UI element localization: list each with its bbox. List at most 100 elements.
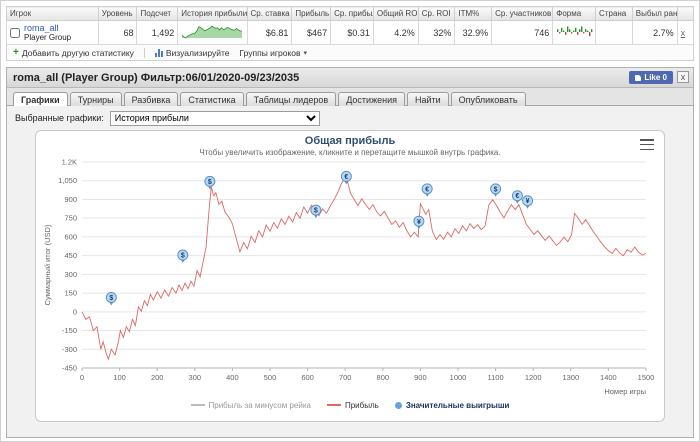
player-stats-table: Игрок Уровень Подсчет История прибыли Ср… [6,6,695,45]
tab-achievements[interactable]: Достижения [338,92,405,106]
svg-text:400: 400 [226,373,239,382]
chart-menu-button[interactable] [640,139,654,150]
svg-text:1500: 1500 [638,373,655,382]
col-itm[interactable]: ITM% [454,6,493,21]
cell-profit: $467 [291,20,332,45]
cell-form [552,20,597,45]
col-avg-roi[interactable]: Ср. ROI [417,6,456,21]
tab-statistics[interactable]: Статистика [180,92,244,106]
visualize-button[interactable]: Визуализируйте [154,47,230,58]
svg-text:¥: ¥ [526,198,530,205]
svg-text:900: 900 [414,373,427,382]
col-country[interactable]: Страна [595,6,633,21]
svg-text:450: 450 [64,251,77,260]
legend-item-1[interactable]: Прибыль [326,401,379,410]
legend-item-0[interactable]: Прибыль за минусом рейка [190,401,311,410]
svg-text:300: 300 [189,373,202,382]
col-avg-profit[interactable]: Ср. прибыль [330,6,374,21]
cell-country [595,20,633,45]
add-statistic-button[interactable]: + Добавить другую статистику [13,46,134,58]
form-sparkline [557,25,593,36]
tab-graphs[interactable]: Графики [13,92,68,106]
col-remove [676,6,695,21]
chart-subtitle: Чтобы увеличить изображение, кликните и … [199,148,501,157]
panel-body: Выбранные графики: История прибыли Общая… [7,106,693,422]
table-toolbar: + Добавить другую статистику Визуализиру… [6,45,694,61]
visualize-label: Визуализируйте [165,47,230,58]
cell-remove: x [676,20,695,45]
chevron-down-icon: ▾ [303,49,308,57]
cell-player: roma_all Player Group [6,20,99,45]
player-groups-dropdown[interactable]: Группы игроков ▾ [240,48,308,58]
svg-text:700: 700 [339,373,352,382]
player-groups-label: Группы игроков [239,47,301,58]
remove-row-link[interactable]: x [681,28,686,38]
tab-publish[interactable]: Опубликовать [450,92,526,106]
chart-card: Общая прибыль Чтобы увеличить изображени… [35,130,665,422]
svg-text:1300: 1300 [562,373,579,382]
col-level[interactable]: Уровень [97,6,138,21]
legend-marker-swatch [394,401,402,409]
svg-text:-300: -300 [62,345,77,354]
col-profit-history[interactable]: История прибыли [177,6,248,21]
svg-text:1000: 1000 [450,373,467,382]
svg-text:1100: 1100 [488,373,504,382]
cell-avg-entrants: 746 [491,20,554,45]
svg-text:$: $ [208,179,212,186]
svg-text:1,050: 1,050 [58,176,77,185]
svg-text:1400: 1400 [600,373,617,382]
svg-text:100: 100 [113,373,126,382]
svg-text:150: 150 [64,289,77,298]
col-early-bust[interactable]: Выбыл рано [631,6,678,21]
panel-header: roma_all (Player Group) Фильтр:06/01/202… [7,68,693,88]
svg-text:500: 500 [264,373,277,382]
legend-line-swatch [326,404,341,406]
svg-text:€: € [425,186,429,193]
chart-legend: Прибыль за минусом рейка Прибыль Значитель… [40,398,660,412]
plus-icon: + [13,46,19,58]
graph-select[interactable]: История прибыли [109,110,320,126]
col-avg-entrants[interactable]: Ср. участников [491,6,554,21]
legend-item-2[interactable]: Значительные выигрыши [394,401,509,410]
cell-profit-history [177,20,248,45]
tab-bar: Графики Турниры Разбивка Статистика Табл… [7,88,693,106]
cell-avg-roi: 32% [417,20,456,45]
row-checkbox[interactable] [10,27,20,38]
thumb-up-icon [635,74,642,81]
svg-text:300: 300 [64,270,77,279]
legend-line-swatch [190,404,205,406]
col-total-roi[interactable]: Общий ROI [372,6,419,21]
svg-text:800: 800 [377,373,390,382]
tab-tournaments[interactable]: Турниры [69,92,122,106]
bar-chart-icon [154,48,163,57]
player-link[interactable]: roma_all [24,23,59,33]
svg-text:$: $ [181,253,185,260]
svg-text:€: € [344,174,348,181]
close-button[interactable]: x [677,71,689,83]
col-profit[interactable]: Прибыль [291,6,332,21]
svg-text:-450: -450 [62,364,77,373]
svg-text:¥: ¥ [417,219,421,226]
col-count[interactable]: Подсчет [136,6,179,21]
table-header-row: Игрок Уровень Подсчет История прибыли Ср… [6,6,695,21]
cell-avg-stake: $6.81 [246,20,293,45]
stats-area: Игрок Уровень Подсчет История прибыли Ср… [6,6,695,61]
player-subtitle: Player Group [24,33,72,42]
svg-text:$: $ [314,208,318,215]
tab-find[interactable]: Найти [406,92,449,106]
like-label: Like 0 [644,73,667,82]
svg-text:-150: -150 [62,326,77,335]
graph-select-label: Выбранные графики: [15,113,104,123]
cell-count: 1,492 [136,20,179,45]
svg-text:Номер игры: Номер игры [604,387,646,396]
tab-leaderboards[interactable]: Таблицы лидеров [245,92,337,106]
chart-title: Общая прибыль [304,135,396,147]
svg-text:0: 0 [73,307,77,316]
like-button[interactable]: Like 0 [629,71,673,84]
col-form[interactable]: Форма [552,6,597,21]
profit-chart-svg[interactable]: -450 -300 -150 0 150 300 450 600 750 900 1,050 1.2K… [40,158,660,398]
tab-breakdown[interactable]: Разбивка [123,92,179,106]
col-avg-stake[interactable]: Ср. ставка [246,6,293,21]
svg-text:$: $ [494,186,498,193]
col-player[interactable]: Игрок [6,6,99,21]
